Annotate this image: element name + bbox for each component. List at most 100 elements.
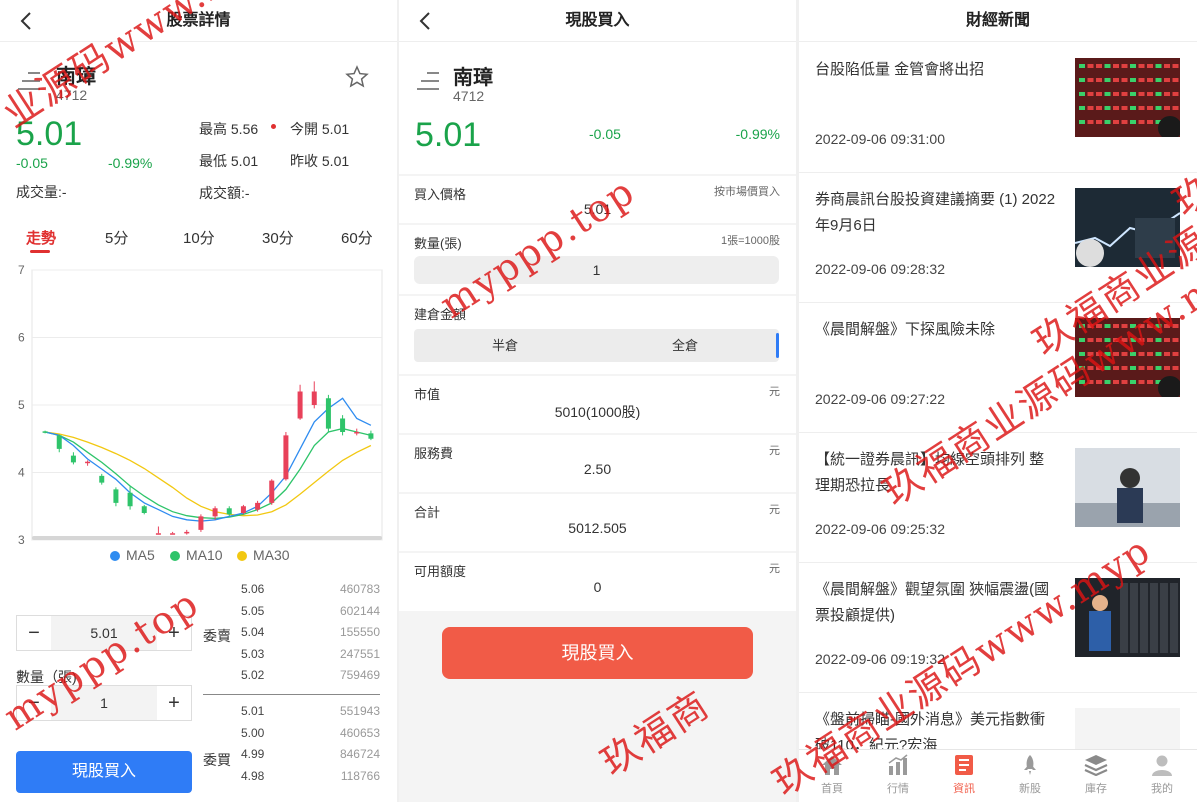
bid-volume: 846724 bbox=[339, 747, 380, 761]
ask-row: 5.03 247551 bbox=[241, 647, 380, 667]
news-header: 財經新聞 bbox=[799, 0, 1197, 42]
tab-5min[interactable]: 5分 bbox=[105, 227, 128, 248]
position-amount-label: 建倉金額 bbox=[414, 307, 467, 322]
legend-ma5: MA5 bbox=[110, 547, 155, 563]
ask-price: 5.06 bbox=[241, 582, 265, 596]
price-change: -0.05 bbox=[589, 126, 621, 142]
bid-price: 5.01 bbox=[241, 704, 265, 718]
quantity-label: 數量（張) bbox=[16, 669, 77, 685]
currency-unit: 元 bbox=[769, 445, 780, 457]
ask-volume: 602144 bbox=[339, 603, 380, 618]
fee-section: 服務費 元 2.50 bbox=[399, 435, 796, 492]
bid-price: 4.98 bbox=[241, 768, 265, 783]
news-item[interactable]: 《晨間解盤》觀望氛圍 狹幅震盪(國票投顧提供) 2022-09-06 09:19:… bbox=[799, 563, 1197, 693]
stock-name: 南璋 bbox=[453, 67, 493, 89]
ask-volume: 155550 bbox=[339, 625, 380, 639]
chart-icon bbox=[888, 754, 908, 775]
candle bbox=[325, 398, 331, 429]
price-change-pct: -0.99% bbox=[108, 155, 153, 171]
currency-unit: 元 bbox=[769, 504, 780, 516]
total-label: 合計 bbox=[414, 505, 441, 520]
bid-row: 5.00 460653 bbox=[241, 726, 380, 746]
stat-low: 最低 5.01 bbox=[199, 153, 259, 169]
tab-profile[interactable]: 我的 bbox=[1129, 754, 1195, 796]
buy-button[interactable]: 現股買入 bbox=[16, 751, 192, 793]
stat-prev-close: 昨收 5.01 bbox=[290, 153, 350, 169]
qty-minus-button[interactable]: − bbox=[17, 686, 51, 720]
tab-inventory[interactable]: 庫存 bbox=[1063, 754, 1129, 796]
market-price-option[interactable]: 按市場價買入 bbox=[714, 183, 780, 199]
bid-row: 4.98 118766 bbox=[241, 769, 380, 789]
news-title: 【統一證券晨訊】均線空頭排列 整理期恐拉長 bbox=[815, 451, 1045, 494]
candle bbox=[368, 433, 374, 439]
tab-market[interactable]: 行情 bbox=[865, 754, 931, 796]
user-icon bbox=[1152, 755, 1172, 776]
qty-plus-button[interactable]: + bbox=[157, 686, 191, 720]
ask-price: 5.02 bbox=[241, 668, 265, 682]
star-icon[interactable] bbox=[345, 65, 369, 89]
page-title: 現股買入 bbox=[565, 12, 630, 29]
ask-price: 5.03 bbox=[241, 646, 265, 661]
news-item[interactable]: 【統一證券晨訊】均線空頭排列 整理期恐拉長 2022-09-06 09:25:32 bbox=[799, 433, 1197, 563]
tab-10min[interactable]: 10分 bbox=[183, 227, 215, 248]
tab-30min[interactable]: 30分 bbox=[262, 227, 294, 248]
bid-row: 5.01 551943 bbox=[241, 704, 380, 724]
y-tick-label: 3 bbox=[18, 533, 25, 547]
stock-name: 南璋 bbox=[56, 66, 96, 88]
back-button[interactable] bbox=[413, 0, 437, 42]
news-icon bbox=[955, 755, 973, 775]
quantity-label: 數量(張) bbox=[414, 236, 462, 251]
candle bbox=[283, 435, 289, 480]
price-plus-button[interactable]: + bbox=[157, 616, 191, 650]
chart-period-tabs: 走勢 5分 10分 30分 60分 bbox=[0, 220, 397, 256]
back-button[interactable] bbox=[14, 0, 38, 42]
news-item[interactable]: 台股陷低量 金管會將出招 2022-09-06 09:31:00 bbox=[799, 43, 1197, 173]
buy-price-value: 5.01 bbox=[583, 201, 612, 217]
candle bbox=[269, 480, 275, 503]
ask-volume: 460783 bbox=[339, 582, 380, 596]
ask-row: 5.06 460783 bbox=[241, 582, 380, 602]
bid-label: 委買 bbox=[203, 752, 231, 768]
tab-ipo[interactable]: 新股 bbox=[997, 754, 1063, 796]
legend-ma10: MA10 bbox=[170, 547, 223, 563]
confirm-buy-button[interactable]: 現股買入 bbox=[442, 627, 753, 679]
full-position-option[interactable]: 全倉 bbox=[672, 329, 698, 362]
chevron-left-icon bbox=[20, 12, 31, 30]
tab-news[interactable]: 資訊 bbox=[931, 754, 997, 796]
market-value-label: 市值 bbox=[414, 387, 441, 402]
price-input[interactable]: 5.01 bbox=[51, 616, 157, 650]
tab-home[interactable]: 首頁 bbox=[799, 754, 865, 796]
tab-60min[interactable]: 60分 bbox=[341, 227, 373, 248]
price-stepper: − 5.01 + bbox=[16, 615, 192, 651]
news-item[interactable]: 《晨間解盤》下探風險未除 2022-09-06 09:27:22 bbox=[799, 303, 1197, 433]
candle bbox=[297, 391, 303, 419]
candle bbox=[56, 435, 62, 449]
candle bbox=[85, 461, 91, 464]
news-date: 2022-09-06 09:19:32 bbox=[815, 651, 945, 667]
news-item[interactable]: 券商晨訊台股投資建議摘要 (1) 2022年9月6日 2022-09-06 09:… bbox=[799, 173, 1197, 303]
price-minus-button[interactable]: − bbox=[17, 616, 51, 650]
position-amount-section: 建倉金額 半倉 全倉 bbox=[399, 296, 796, 374]
quantity-input[interactable]: 1 bbox=[414, 256, 779, 284]
quantity-input[interactable]: 1 bbox=[51, 686, 157, 720]
layers-icon bbox=[1084, 755, 1108, 776]
chart-scrollbar bbox=[32, 536, 382, 540]
currency-unit: 元 bbox=[769, 563, 780, 575]
stat-open: 今開 5.01 bbox=[290, 121, 350, 137]
bid-volume: 460653 bbox=[339, 725, 380, 740]
half-position-option[interactable]: 半倉 bbox=[492, 329, 518, 362]
page-title: 股票詳情 bbox=[166, 12, 231, 29]
bid-volume: 118766 bbox=[340, 768, 380, 783]
candle bbox=[99, 475, 105, 483]
candle bbox=[240, 506, 246, 513]
detail-header: 股票詳情 bbox=[0, 0, 397, 42]
total-section: 合計 元 5012.505 bbox=[399, 494, 796, 551]
tab-trend[interactable]: 走勢 bbox=[26, 227, 56, 248]
candle bbox=[354, 432, 360, 434]
price-change-pct: -0.99% bbox=[735, 126, 780, 142]
ask-row: 5.02 759469 bbox=[241, 668, 380, 688]
stock-code: 4712 bbox=[56, 87, 88, 103]
price-change: -0.05 bbox=[16, 155, 48, 171]
y-tick-label: 4 bbox=[18, 466, 25, 480]
page-title: 財經新聞 bbox=[965, 12, 1030, 29]
